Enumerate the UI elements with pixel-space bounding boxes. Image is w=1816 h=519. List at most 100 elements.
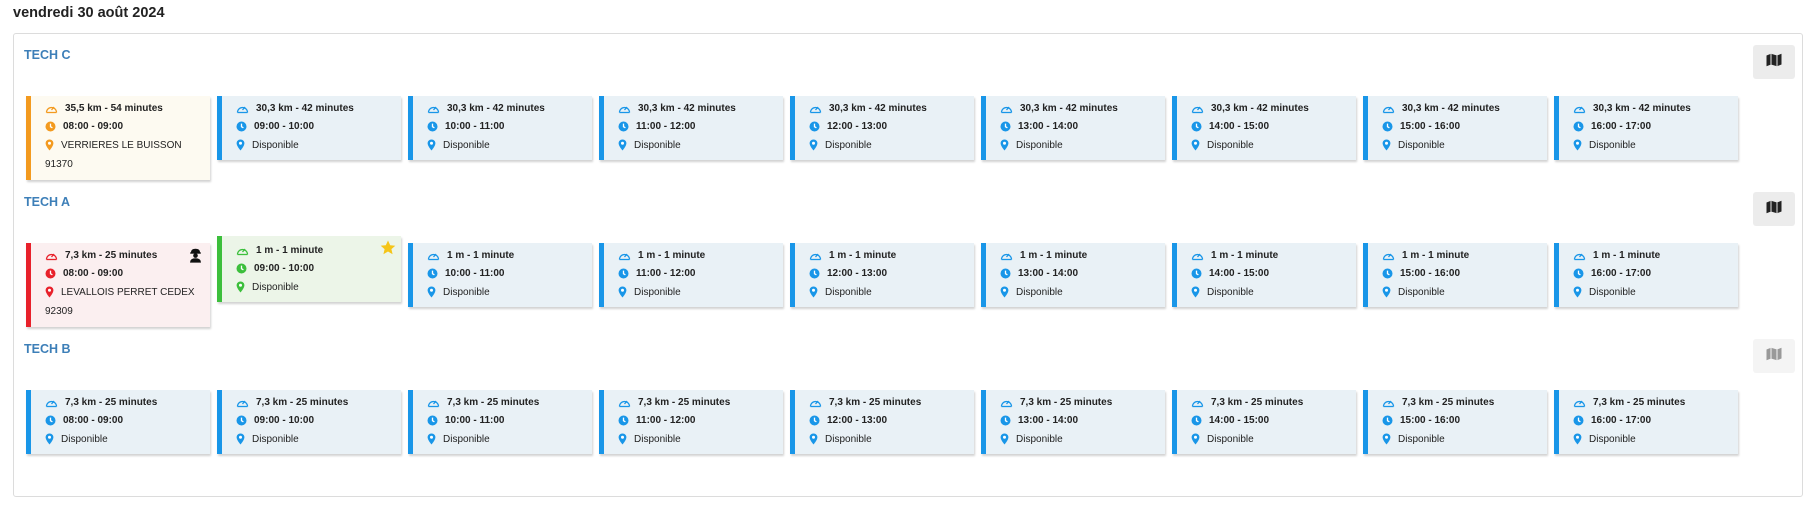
slot-location-line: Disponible (809, 139, 872, 151)
slot-distance: 30,3 km - 42 minutes (829, 103, 927, 114)
slot-location: Disponible (634, 139, 681, 151)
slot-card[interactable]: 1 m - 1 minute 14:00 - 15:00 Disponible (1172, 243, 1356, 307)
slot-distance: 1 m - 1 minute (829, 250, 897, 261)
slot-card[interactable]: 30,3 km - 42 minutes 15:00 - 16:00 Disponi… (1363, 96, 1547, 160)
slot-location-line: Disponible (809, 286, 872, 298)
slot-card[interactable]: 1 m - 1 minute 16:00 - 17:00 Disponible (1554, 243, 1738, 307)
slot-time-slot-line: 13:00 - 14:00 (1000, 121, 1078, 132)
slot-card[interactable]: 30,3 km - 42 minutes 12:00 - 13:00 Disponi… (790, 96, 974, 160)
location-pin-icon (809, 286, 818, 298)
slot-card[interactable]: 7,3 km - 25 minutes 12:00 - 13:00 Disponib… (790, 390, 974, 454)
gauge-icon (809, 397, 822, 408)
location-pin-icon (1191, 286, 1200, 298)
slot-card[interactable]: 35,5 km - 54 minutes 08:00 - 09:00 VERRIER… (26, 96, 210, 180)
slot-location-line: Disponible (427, 286, 490, 298)
slot-card[interactable]: 30,3 km - 42 minutes 13:00 - 14:00 Disponi… (981, 96, 1165, 160)
slot-card[interactable]: 7,3 km - 25 minutes 08:00 - 09:00 LEVALLOI… (26, 243, 210, 327)
map-button[interactable] (1753, 339, 1795, 373)
location-pin-icon (1000, 139, 1009, 151)
slot-card[interactable]: 1 m - 1 minute 15:00 - 16:00 Disponible (1363, 243, 1547, 307)
slot-time-slot: 15:00 - 16:00 (1400, 415, 1461, 426)
clock-icon (1191, 268, 1202, 279)
slot-distance: 1 m - 1 minute (256, 245, 324, 256)
slot-location: Disponible (252, 281, 299, 293)
slot-card[interactable]: 1 m - 1 minute 12:00 - 13:00 Disponible (790, 243, 974, 307)
star-icon[interactable] (380, 240, 396, 258)
clock-icon (1000, 415, 1011, 426)
gauge-icon (1000, 397, 1013, 408)
gauge-icon (1573, 250, 1586, 261)
slot-card[interactable]: 1 m - 1 minute 09:00 - 10:00 Disponible (217, 236, 401, 302)
slot-distance: 30,3 km - 42 minutes (1402, 103, 1500, 114)
clock-icon (1573, 415, 1584, 426)
location-pin-icon (1573, 286, 1582, 298)
map-button[interactable] (1753, 192, 1795, 226)
slot-card[interactable]: 7,3 km - 25 minutes 09:00 - 10:00 Disponib… (217, 390, 401, 454)
slot-time-slot: 08:00 - 09:00 (63, 121, 124, 132)
slot-distance: 1 m - 1 minute (638, 250, 706, 261)
slot-time-slot: 09:00 - 10:00 (254, 121, 315, 132)
slot-distance: 30,3 km - 42 minutes (1593, 103, 1691, 114)
slot-card[interactable]: 7,3 km - 25 minutes 10:00 - 11:00 Disponib… (408, 390, 592, 454)
slot-time-slot: 14:00 - 15:00 (1209, 121, 1270, 132)
clock-icon (427, 121, 438, 132)
slot-location: Disponible (1398, 139, 1445, 151)
slot-distance: 1 m - 1 minute (1020, 250, 1088, 261)
clock-icon (236, 263, 247, 274)
slot-distance-line: 1 m - 1 minute (618, 250, 705, 261)
slot-card[interactable]: 1 m - 1 minute 10:00 - 11:00 Disponible (408, 243, 592, 307)
slot-time-slot-line: 13:00 - 14:00 (1000, 268, 1078, 279)
clock-icon (1000, 121, 1011, 132)
slot-card[interactable]: 1 m - 1 minute 11:00 - 12:00 Disponible (599, 243, 783, 307)
slot-distance: 1 m - 1 minute (1402, 250, 1470, 261)
slot-distance-line: 30,3 km - 42 minutes (809, 103, 927, 114)
slot-location-line: Disponible (618, 139, 681, 151)
slot-location-line: Disponible (1000, 139, 1063, 151)
slot-card[interactable]: 7,3 km - 25 minutes 11:00 - 12:00 Disponib… (599, 390, 783, 454)
slot-distance: 7,3 km - 25 minutes (256, 397, 349, 408)
slot-time-slot: 12:00 - 13:00 (827, 268, 888, 279)
slot-distance-line: 7,3 km - 25 minutes (427, 397, 539, 408)
slot-time-slot: 11:00 - 12:00 (636, 415, 696, 426)
slot-card[interactable]: 7,3 km - 25 minutes 13:00 - 14:00 Disponib… (981, 390, 1165, 454)
clock-icon (427, 268, 438, 279)
slot-distance-line: 30,3 km - 42 minutes (618, 103, 736, 114)
slot-card[interactable]: 7,3 km - 25 minutes 15:00 - 16:00 Disponib… (1363, 390, 1547, 454)
slot-location: Disponible (634, 433, 681, 445)
slot-location-line: Disponible (236, 139, 299, 151)
slot-distance-line: 30,3 km - 42 minutes (427, 103, 545, 114)
gauge-icon (45, 397, 58, 408)
slot-distance: 30,3 km - 42 minutes (1211, 103, 1309, 114)
slot-card[interactable]: 30,3 km - 42 minutes 10:00 - 11:00 Disponi… (408, 96, 592, 160)
gauge-icon (618, 103, 631, 114)
clock-icon (809, 121, 820, 132)
slot-distance: 1 m - 1 minute (1593, 250, 1661, 261)
slot-location: Disponible (1589, 286, 1636, 298)
slot-distance-line: 30,3 km - 42 minutes (1000, 103, 1118, 114)
slot-card[interactable]: 30,3 km - 42 minutes 16:00 - 17:00 Disponi… (1554, 96, 1738, 160)
slot-distance-line: 1 m - 1 minute (809, 250, 896, 261)
slot-card[interactable]: 1 m - 1 minute 13:00 - 14:00 Disponible (981, 243, 1165, 307)
slot-location-line: Disponible (1191, 139, 1254, 151)
slot-card[interactable]: 7,3 km - 25 minutes 14:00 - 15:00 Disponib… (1172, 390, 1356, 454)
gauge-icon (1382, 250, 1395, 261)
slot-location-line: Disponible (1573, 433, 1636, 445)
slot-card[interactable]: 30,3 km - 42 minutes 11:00 - 12:00 Disponi… (599, 96, 783, 160)
slot-time-slot-line: 14:00 - 15:00 (1191, 121, 1269, 132)
clock-icon (618, 415, 629, 426)
slot-location-line: VERRIERES LE BUISSON (45, 139, 182, 151)
slot-location: Disponible (1016, 433, 1063, 445)
slot-distance: 7,3 km - 25 minutes (829, 397, 922, 408)
map-button[interactable] (1753, 45, 1795, 79)
slot-location-line: Disponible (427, 433, 490, 445)
slot-location: Disponible (1589, 139, 1636, 151)
slot-card[interactable]: 30,3 km - 42 minutes 14:00 - 15:00 Disponi… (1172, 96, 1356, 160)
slot-card[interactable]: 30,3 km - 42 minutes 09:00 - 10:00 Disponi… (217, 96, 401, 160)
slot-card[interactable]: 7,3 km - 25 minutes 16:00 - 17:00 Disponib… (1554, 390, 1738, 454)
slot-location: Disponible (443, 433, 490, 445)
clock-icon (618, 268, 629, 279)
slot-location: Disponible (825, 139, 872, 151)
slot-time-slot-line: 12:00 - 13:00 (809, 415, 887, 426)
slot-card[interactable]: 7,3 km - 25 minutes 08:00 - 09:00 Disponib… (26, 390, 210, 454)
slot-distance-line: 7,3 km - 25 minutes (236, 397, 348, 408)
